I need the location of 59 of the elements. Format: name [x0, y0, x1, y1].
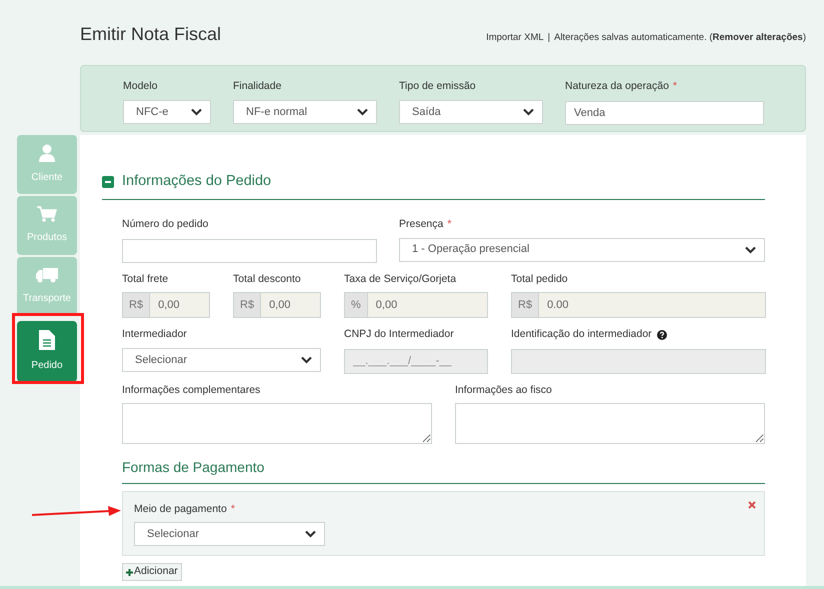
collapse-icon[interactable] [102, 176, 114, 188]
field-label: Tipo de emissão [399, 79, 477, 94]
select-field[interactable]: Selecionar [134, 522, 325, 546]
document-icon [39, 330, 55, 350]
field-label: Informações complementares [122, 382, 262, 398]
amount-field[interactable]: 0,00 [368, 292, 488, 318]
chevron-down-icon [357, 108, 368, 116]
highlight-frame [12, 313, 84, 384]
chevron-down-icon [305, 530, 316, 538]
field-label: Total desconto [233, 272, 302, 286]
section-title: Informações do Pedido [122, 172, 272, 191]
field-label: Modelo [123, 79, 158, 94]
field-label: Total frete [122, 272, 170, 286]
field-label: Número do pedido [122, 216, 210, 232]
field-label: Informações ao fisco [455, 382, 553, 398]
amount-field[interactable]: 0,00 [150, 292, 210, 318]
required-mark: * [230, 503, 235, 516]
text-field[interactable]: Venda [565, 100, 764, 125]
chevron-down-icon [301, 356, 312, 364]
text-field[interactable] [122, 238, 377, 262]
import-link[interactable]: Importar XML [486, 30, 544, 45]
chevron-down-icon [191, 108, 202, 116]
amount-field[interactable]: 0.00 [539, 292, 766, 318]
field-label: Meio de pagamento * [134, 502, 236, 518]
currency-addon: % [344, 292, 368, 318]
truck-icon [36, 267, 58, 283]
select-field[interactable]: 1 - Operação presencial [399, 238, 765, 262]
save-status: Alterações salvas automaticamente. (Remover alterações) [554, 30, 806, 45]
field-label: CNPJ do Intermediador [344, 327, 455, 342]
add-button[interactable]: Adicionar [122, 563, 182, 582]
textarea-field[interactable] [122, 403, 432, 444]
field-label: Natureza da operação * [565, 79, 764, 95]
sidebar-tab[interactable]: Pedido [17, 321, 77, 382]
field-label: Identificação do intermediador [511, 327, 766, 343]
currency-addon: R$ [122, 292, 150, 318]
separator: | [548, 30, 550, 45]
cart-icon [37, 206, 57, 222]
page-title: Emitir Nota Fiscal [80, 25, 222, 43]
section-title: Formas de Pagamento [122, 457, 765, 484]
amount-field[interactable]: 0,00 [261, 292, 321, 318]
close-icon[interactable] [748, 501, 756, 510]
person-icon [39, 144, 55, 162]
select-field[interactable]: Selecionar [122, 348, 321, 372]
field-label: Taxa de Serviço/Gorjeta [344, 272, 458, 286]
field-label: Intermediador [122, 327, 188, 342]
select-field[interactable]: NFC-e [123, 100, 211, 124]
required-mark: * [447, 216, 452, 232]
field-label: Presença * [399, 216, 765, 232]
currency-addon: R$ [511, 292, 540, 318]
currency-addon: R$ [233, 292, 262, 318]
required-mark: * [672, 79, 677, 94]
plus-icon [126, 568, 133, 576]
chevron-down-icon [523, 108, 534, 116]
field-label: Finalidade [233, 79, 282, 94]
textarea-field[interactable] [455, 403, 765, 444]
select-field[interactable]: NF-e normal [233, 100, 377, 124]
select-field[interactable]: Saída [399, 100, 543, 124]
field-label: Total pedido [511, 272, 569, 286]
chevron-down-icon [745, 246, 756, 254]
